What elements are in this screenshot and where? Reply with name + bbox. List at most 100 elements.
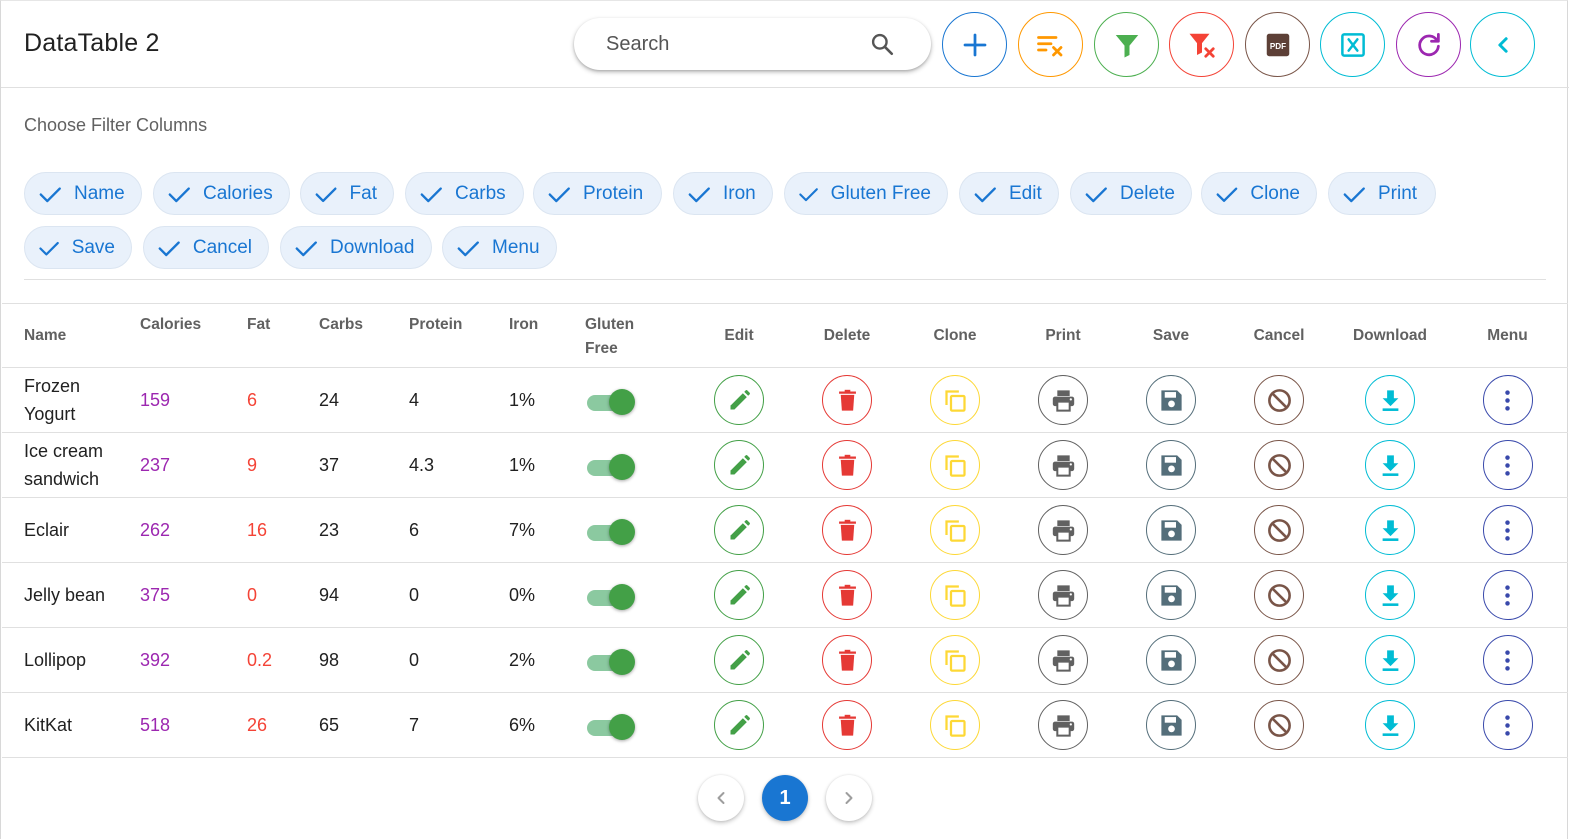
delete-button[interactable] — [822, 635, 872, 685]
add-button[interactable] — [942, 12, 1007, 77]
next-page-button[interactable] — [826, 775, 872, 821]
clear-sort-button[interactable] — [1018, 12, 1083, 77]
filter-button[interactable] — [1094, 12, 1159, 77]
print-button[interactable] — [1038, 635, 1088, 685]
delete-button[interactable] — [822, 375, 872, 425]
filter-chip-fat[interactable]: Fat — [300, 172, 394, 215]
filter-chip-carbs[interactable]: Carbs — [405, 172, 524, 215]
filter-chip-gluten-free[interactable]: Gluten Free — [784, 172, 948, 215]
gluten-free-toggle[interactable] — [585, 713, 635, 741]
filter-chip-label: Print — [1378, 182, 1418, 204]
print-button[interactable] — [1038, 700, 1088, 750]
filter-chip-cancel[interactable]: Cancel — [143, 226, 269, 269]
previous-page-button[interactable] — [698, 775, 744, 821]
clone-button[interactable] — [930, 570, 980, 620]
gluten-free-toggle[interactable] — [585, 648, 635, 676]
header-carbs[interactable]: Carbs — [319, 303, 409, 368]
export-excel-button[interactable] — [1320, 12, 1385, 77]
save-button[interactable] — [1146, 635, 1196, 685]
download-button[interactable] — [1365, 440, 1415, 490]
check-icon — [1216, 187, 1238, 202]
cancel-button[interactable] — [1254, 570, 1304, 620]
search-box[interactable] — [574, 18, 931, 70]
filter-chip-menu[interactable]: Menu — [442, 226, 557, 269]
download-button[interactable] — [1365, 505, 1415, 555]
menu-button[interactable] — [1482, 505, 1533, 555]
check-icon — [974, 186, 996, 202]
filter-chip-name[interactable]: Name — [24, 172, 142, 215]
cell-carbs: 65 — [319, 692, 409, 758]
download-button[interactable] — [1365, 700, 1415, 750]
filter-chip-protein[interactable]: Protein — [533, 172, 662, 215]
cell-gluten-free — [585, 497, 685, 563]
filter-chip-iron[interactable]: Iron — [673, 172, 773, 215]
gluten-free-toggle[interactable] — [585, 583, 635, 611]
menu-button[interactable] — [1482, 440, 1533, 490]
menu-button[interactable] — [1482, 375, 1533, 425]
header-fat[interactable]: Fat — [247, 303, 319, 368]
cell-fat: 0 — [247, 562, 319, 628]
clear-filter-button[interactable] — [1169, 12, 1234, 77]
download-button[interactable] — [1365, 635, 1415, 685]
gluten-free-toggle[interactable] — [585, 518, 635, 546]
cancel-button[interactable] — [1254, 440, 1304, 490]
header-gluten-free[interactable]: Gluten Free — [585, 303, 685, 368]
delete-button[interactable] — [822, 570, 872, 620]
edit-button[interactable] — [714, 570, 764, 620]
delete-button[interactable] — [822, 440, 872, 490]
cancel-button[interactable] — [1254, 375, 1304, 425]
clone-button[interactable] — [930, 635, 980, 685]
clone-button[interactable] — [930, 375, 980, 425]
menu-button[interactable] — [1482, 700, 1533, 750]
printer-icon — [1052, 584, 1074, 607]
filter-chip-print[interactable]: Print — [1328, 172, 1436, 215]
edit-button[interactable] — [714, 505, 764, 555]
filter-chip-download[interactable]: Download — [280, 226, 432, 269]
filter-chip-edit[interactable]: Edit — [959, 172, 1059, 215]
gluten-free-toggle[interactable] — [585, 388, 635, 416]
clone-button[interactable] — [930, 700, 980, 750]
page-button-current[interactable]: 1 — [762, 775, 808, 821]
save-button[interactable] — [1146, 570, 1196, 620]
export-pdf-button[interactable]: PDF — [1245, 12, 1310, 77]
menu-button[interactable] — [1482, 635, 1533, 685]
cell-delete — [793, 432, 901, 498]
delete-button[interactable] — [822, 700, 872, 750]
refresh-button[interactable] — [1396, 12, 1461, 77]
delete-button[interactable] — [822, 505, 872, 555]
filter-chip-delete[interactable]: Delete — [1070, 172, 1192, 215]
filter-chip-calories[interactable]: Calories — [153, 172, 290, 215]
cancel-button[interactable] — [1254, 700, 1304, 750]
header-protein[interactable]: Protein — [409, 303, 509, 368]
print-button[interactable] — [1038, 505, 1088, 555]
print-button[interactable] — [1038, 570, 1088, 620]
clone-button[interactable] — [930, 440, 980, 490]
save-button[interactable] — [1146, 375, 1196, 425]
download-button[interactable] — [1365, 570, 1415, 620]
collapse-button[interactable] — [1470, 12, 1535, 77]
header-gluten-line2: Free — [585, 340, 618, 357]
filter-chip-save[interactable]: Save — [24, 226, 132, 269]
menu-button[interactable] — [1482, 570, 1533, 620]
header-name[interactable]: Name — [2, 303, 140, 368]
cancel-button[interactable] — [1254, 505, 1304, 555]
header-calories[interactable]: Calories — [140, 303, 247, 368]
save-button[interactable] — [1146, 440, 1196, 490]
edit-button[interactable] — [714, 635, 764, 685]
save-button[interactable] — [1146, 505, 1196, 555]
cancel-button[interactable] — [1254, 635, 1304, 685]
edit-button[interactable] — [714, 700, 764, 750]
filter-chip-clone[interactable]: Clone — [1201, 172, 1317, 215]
edit-button[interactable] — [714, 375, 764, 425]
print-button[interactable] — [1038, 440, 1088, 490]
cell-download — [1333, 627, 1447, 693]
gluten-free-toggle[interactable] — [585, 453, 635, 481]
clone-button[interactable] — [930, 505, 980, 555]
header-iron[interactable]: Iron — [509, 303, 585, 368]
edit-button[interactable] — [714, 440, 764, 490]
save-button[interactable] — [1146, 700, 1196, 750]
download-button[interactable] — [1365, 375, 1415, 425]
print-button[interactable] — [1038, 375, 1088, 425]
search-input[interactable] — [606, 28, 866, 60]
search-icon[interactable] — [869, 31, 895, 57]
